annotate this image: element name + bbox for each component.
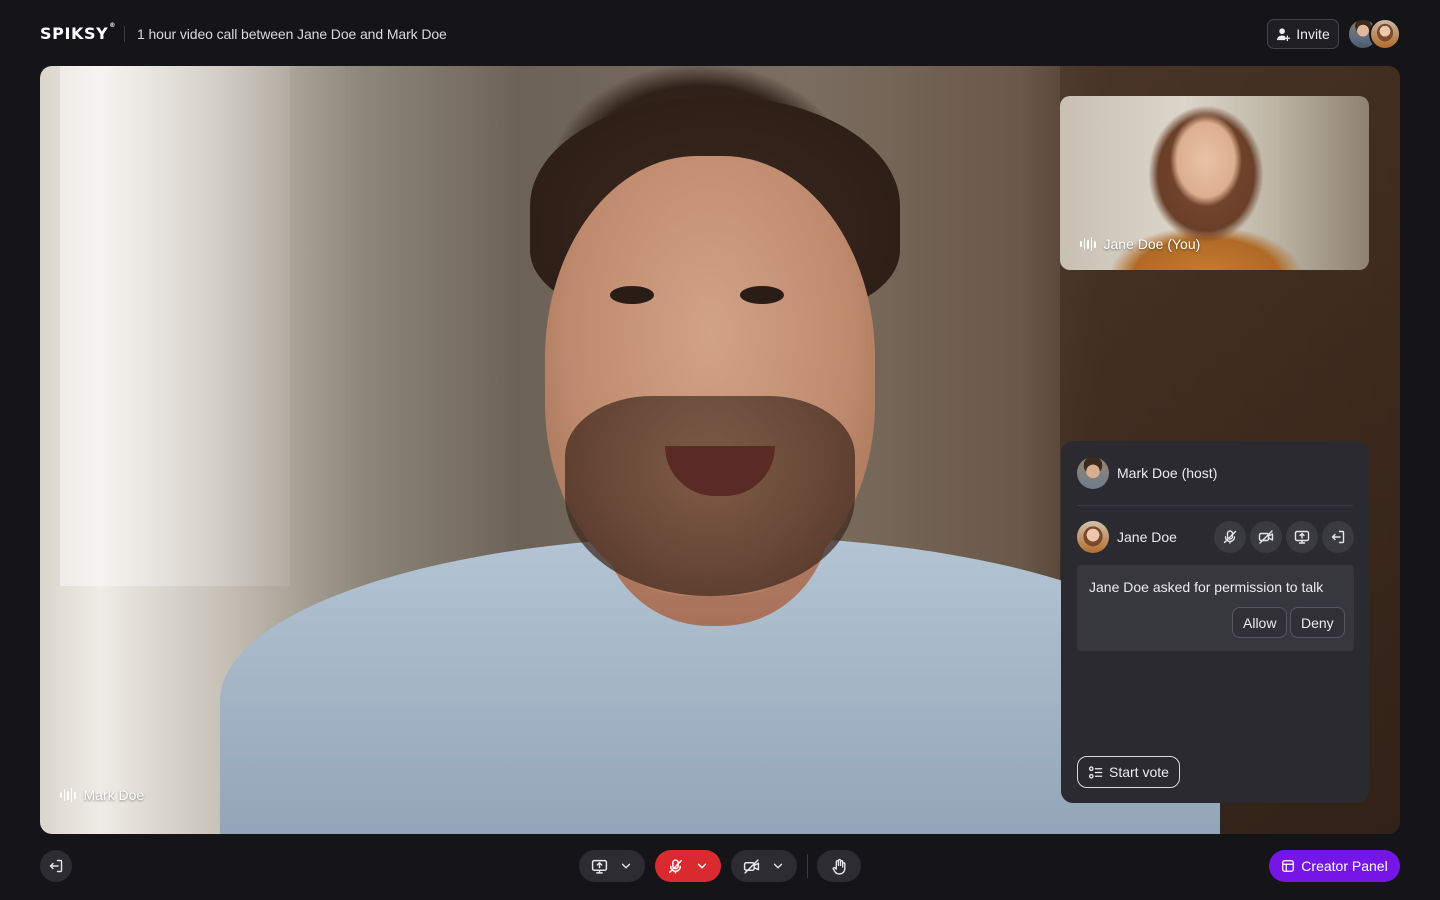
microphone-control (655, 850, 721, 882)
allow-button[interactable]: Allow (1232, 607, 1288, 638)
leave-icon (49, 859, 63, 873)
call-title: 1 hour video call between Jane Doe and M… (137, 26, 447, 42)
chevron-down-icon[interactable] (771, 859, 785, 873)
host-name: Mark Doe (host) (1117, 465, 1218, 481)
remove-participant-button[interactable] (1322, 521, 1354, 553)
participant-actions (1214, 521, 1354, 553)
deny-button[interactable]: Deny (1290, 607, 1345, 638)
screen-share-control (579, 850, 645, 882)
main-video-label: Mark Doe (60, 787, 144, 803)
chevron-down-icon[interactable] (695, 859, 709, 873)
toolbar-divider (807, 854, 808, 878)
disable-camera-button[interactable] (1250, 521, 1282, 553)
add-user-icon (1277, 27, 1291, 41)
speaker-beard (565, 396, 855, 596)
avatar (1077, 457, 1109, 489)
remove-icon (1331, 530, 1345, 544)
vote-list-icon (1088, 765, 1103, 779)
talk-permission-request: Jane Doe asked for permission to talk Al… (1077, 565, 1354, 651)
audio-wave-icon (60, 788, 76, 802)
invite-label: Invite (1296, 26, 1330, 42)
leave-call-button[interactable] (40, 850, 72, 882)
participants-panel: Mark Doe (host) Jane Doe Jane Doe asked … (1061, 441, 1369, 803)
participant-row-jane[interactable]: Jane Doe (1077, 521, 1177, 553)
chevron-down-icon[interactable] (619, 859, 633, 873)
start-vote-button[interactable]: Start vote (1077, 756, 1180, 788)
self-participant-name: Jane Doe (You) (1103, 236, 1201, 252)
spiksy-logo[interactable]: SPIKSY® (40, 22, 116, 43)
participant-avatars[interactable] (1347, 18, 1401, 50)
guest-name: Jane Doe (1117, 529, 1177, 545)
self-view-label: Jane Doe (You) (1080, 236, 1200, 252)
camera-control (731, 850, 797, 882)
speaker-eye-left (610, 286, 654, 304)
camera-off-icon (1258, 530, 1274, 544)
start-vote-label: Start vote (1109, 764, 1169, 780)
main-participant-name: Mark Doe (83, 787, 145, 803)
participant-row-host[interactable]: Mark Doe (host) (1077, 457, 1217, 489)
panel-layout-icon (1282, 860, 1295, 872)
speaker-eye-right (740, 286, 784, 304)
self-view-tile[interactable]: Jane Doe (You) (1060, 96, 1369, 270)
creator-panel-button[interactable]: Creator Panel (1269, 850, 1400, 882)
mute-mic-icon (1223, 530, 1237, 544)
background-window (60, 66, 290, 586)
raise-hand-icon (832, 858, 846, 875)
request-message: Jane Doe asked for permission to talk (1089, 579, 1324, 595)
avatar (1077, 521, 1109, 553)
camera-off-icon[interactable] (743, 858, 760, 875)
raise-hand-button[interactable] (817, 850, 861, 882)
mute-participant-button[interactable] (1214, 521, 1246, 553)
header-divider (124, 26, 125, 42)
screen-share-icon[interactable] (591, 858, 608, 875)
top-bar: SPIKSY® 1 hour video call between Jane D… (0, 0, 1440, 66)
participants-divider (1077, 505, 1353, 506)
invite-button[interactable]: Invite (1267, 19, 1339, 49)
audio-wave-icon (1080, 237, 1096, 251)
screen-share-permission-button[interactable] (1286, 521, 1318, 553)
avatar-jane-doe (1369, 18, 1401, 50)
mic-muted-icon[interactable] (667, 858, 684, 875)
screen-share-icon (1294, 530, 1310, 544)
creator-panel-label: Creator Panel (1301, 858, 1388, 874)
